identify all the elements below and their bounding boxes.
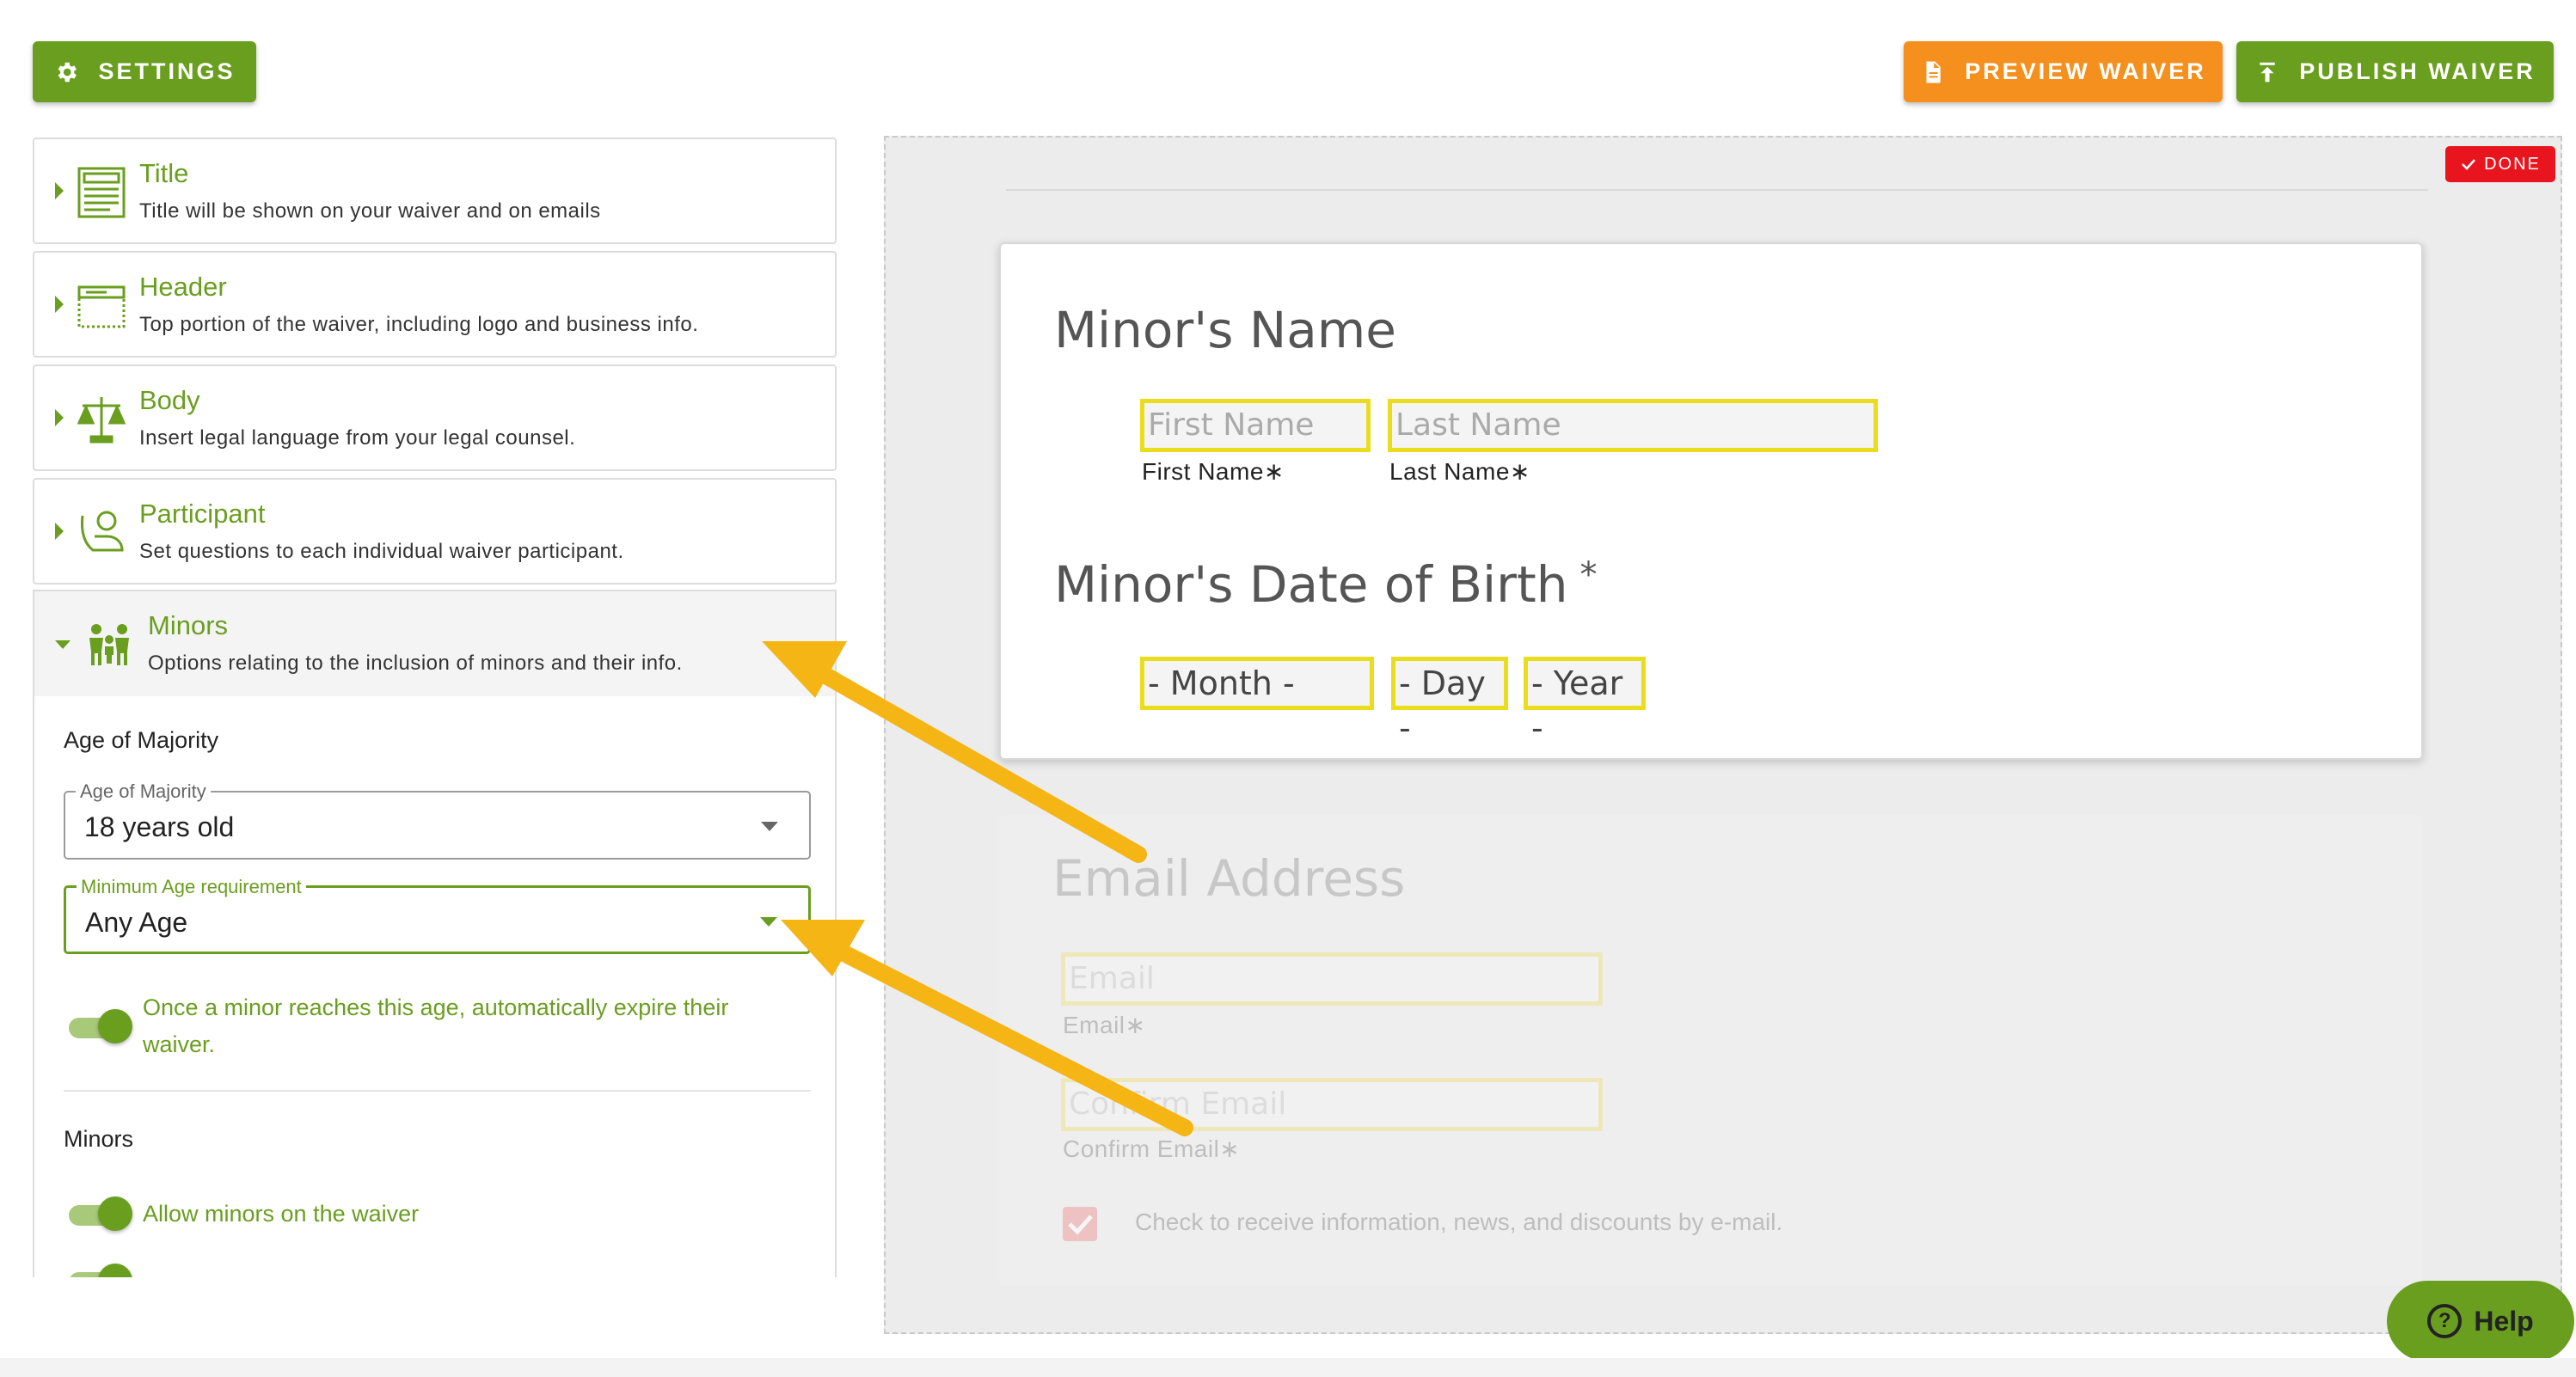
age-of-majority-heading: Age of Majority [64,727,219,753]
document-icon [1926,61,1941,83]
email-input[interactable]: Email [1061,952,1603,1006]
bottom-bar [0,1358,2576,1377]
minimum-age-select-label: Minimum Age requirement [77,876,306,898]
section-header-label: Header [139,272,227,302]
email-card: Email Address Email Email∗ Confirm Email… [999,815,2423,1286]
section-title-description: Title will be shown on your waiver and o… [139,199,601,223]
dob-heading: Minor's Date of Birth * [1054,555,1598,614]
upload-icon [2260,62,2275,82]
participant-icon [76,505,127,560]
minor-info-card: Minor's Name First Name Last Name First … [999,242,2423,760]
preview-label: PREVIEW WAIVER [1965,58,2206,84]
divider [1006,189,2428,191]
dropdown-arrow-icon [761,822,778,831]
email-caption: Email∗ [1063,1012,1146,1038]
section-participant[interactable]: Participant Set questions to each indivi… [33,478,837,584]
month-select[interactable]: - Month - [1140,657,1374,710]
expire-waiver-toggle-label-line2: waiver. [143,1031,216,1057]
allow-minors-toggle[interactable] [67,1196,134,1231]
minimum-age-select[interactable]: Minimum Age requirement Any Age [64,876,811,954]
email-heading: Email Address [1052,849,1406,908]
required-marker: * [1579,555,1598,595]
done-button[interactable]: DONE [2445,146,2555,182]
last-name-input[interactable]: Last Name [1388,399,1878,452]
allow-minors-toggle-label: Allow minors on the waiver [143,1201,420,1227]
check-icon [1068,1215,1093,1235]
preview-waiver-button[interactable]: PREVIEW WAIVER [1904,41,2223,102]
divider [64,1090,811,1092]
section-header-description: Top portion of the waiver, including log… [139,313,699,336]
caret-down-icon [55,640,71,649]
section-title[interactable]: Title Title will be shown on your waiver… [33,138,837,244]
section-body[interactable]: Body Insert legal language from your leg… [33,364,837,471]
section-body-label: Body [139,385,200,415]
check-icon [2462,159,2476,170]
title-section-icon [76,165,127,220]
section-header[interactable]: Header Top portion of the waiver, includ… [33,251,837,358]
section-minors-label: Minors [148,610,229,640]
expire-waiver-toggle-label-line1: Once a minor reaches this age, automatic… [143,994,729,1020]
caret-right-icon [55,409,64,426]
expire-waiver-toggle[interactable] [67,1009,134,1043]
header-section-icon [76,278,127,334]
help-button[interactable]: ? Help [2387,1281,2574,1362]
settings-button[interactable]: SETTINGS [33,41,256,102]
minimum-age-select-value: Any Age [85,907,188,938]
first-name-caption: First Name∗ [1142,458,1285,485]
caret-right-icon [55,182,64,199]
scales-icon [76,392,127,447]
minor-name-heading: Minor's Name [1054,301,1396,359]
day-select[interactable]: - Day - [1391,657,1508,747]
dropdown-arrow-icon [760,917,777,927]
children-icon [84,621,134,669]
last-name-caption: Last Name∗ [1389,458,1530,485]
publish-waiver-button[interactable]: PUBLISH WAIVER [2236,41,2554,102]
settings-label: SETTINGS [98,58,236,84]
help-label: Help [2474,1305,2534,1337]
section-body-description: Insert legal language from your legal co… [139,426,576,450]
age-of-majority-select-label: Age of Majority [76,780,211,803]
done-label: DONE [2484,154,2541,174]
section-participant-description: Set questions to each individual waiver … [139,540,624,563]
question-icon: ? [2427,1304,2463,1338]
section-title-label: Title [139,158,189,188]
section-minors-description: Options relating to the inclusion of min… [148,652,683,675]
publish-label: PUBLISH WAIVER [2299,58,2536,84]
confirm-email-caption: Confirm Email∗ [1063,1135,1241,1162]
age-of-majority-select[interactable]: Age of Majority 18 years old [64,780,811,860]
confirm-email-input[interactable]: Confirm Email [1061,1078,1603,1131]
first-name-input[interactable]: First Name [1140,399,1371,452]
section-participant-label: Participant [139,499,266,529]
caret-right-icon [55,296,64,313]
dob-heading-text: Minor's Date of Birth [1054,555,1568,614]
caret-right-icon [55,523,64,540]
year-select[interactable]: - Year - [1524,657,1646,747]
section-minors: Minors Options relating to the inclusion… [33,590,837,1277]
age-of-majority-select-value: 18 years old [84,811,235,842]
section-minors-header[interactable]: Minors Options relating to the inclusion… [34,591,835,696]
optin-label: Check to receive information, news, and … [1135,1209,1783,1235]
gear-icon [58,62,77,82]
next-toggle-partial[interactable] [67,1264,134,1277]
optin-checkbox[interactable] [1063,1207,1097,1241]
minors-heading: Minors [64,1126,134,1152]
